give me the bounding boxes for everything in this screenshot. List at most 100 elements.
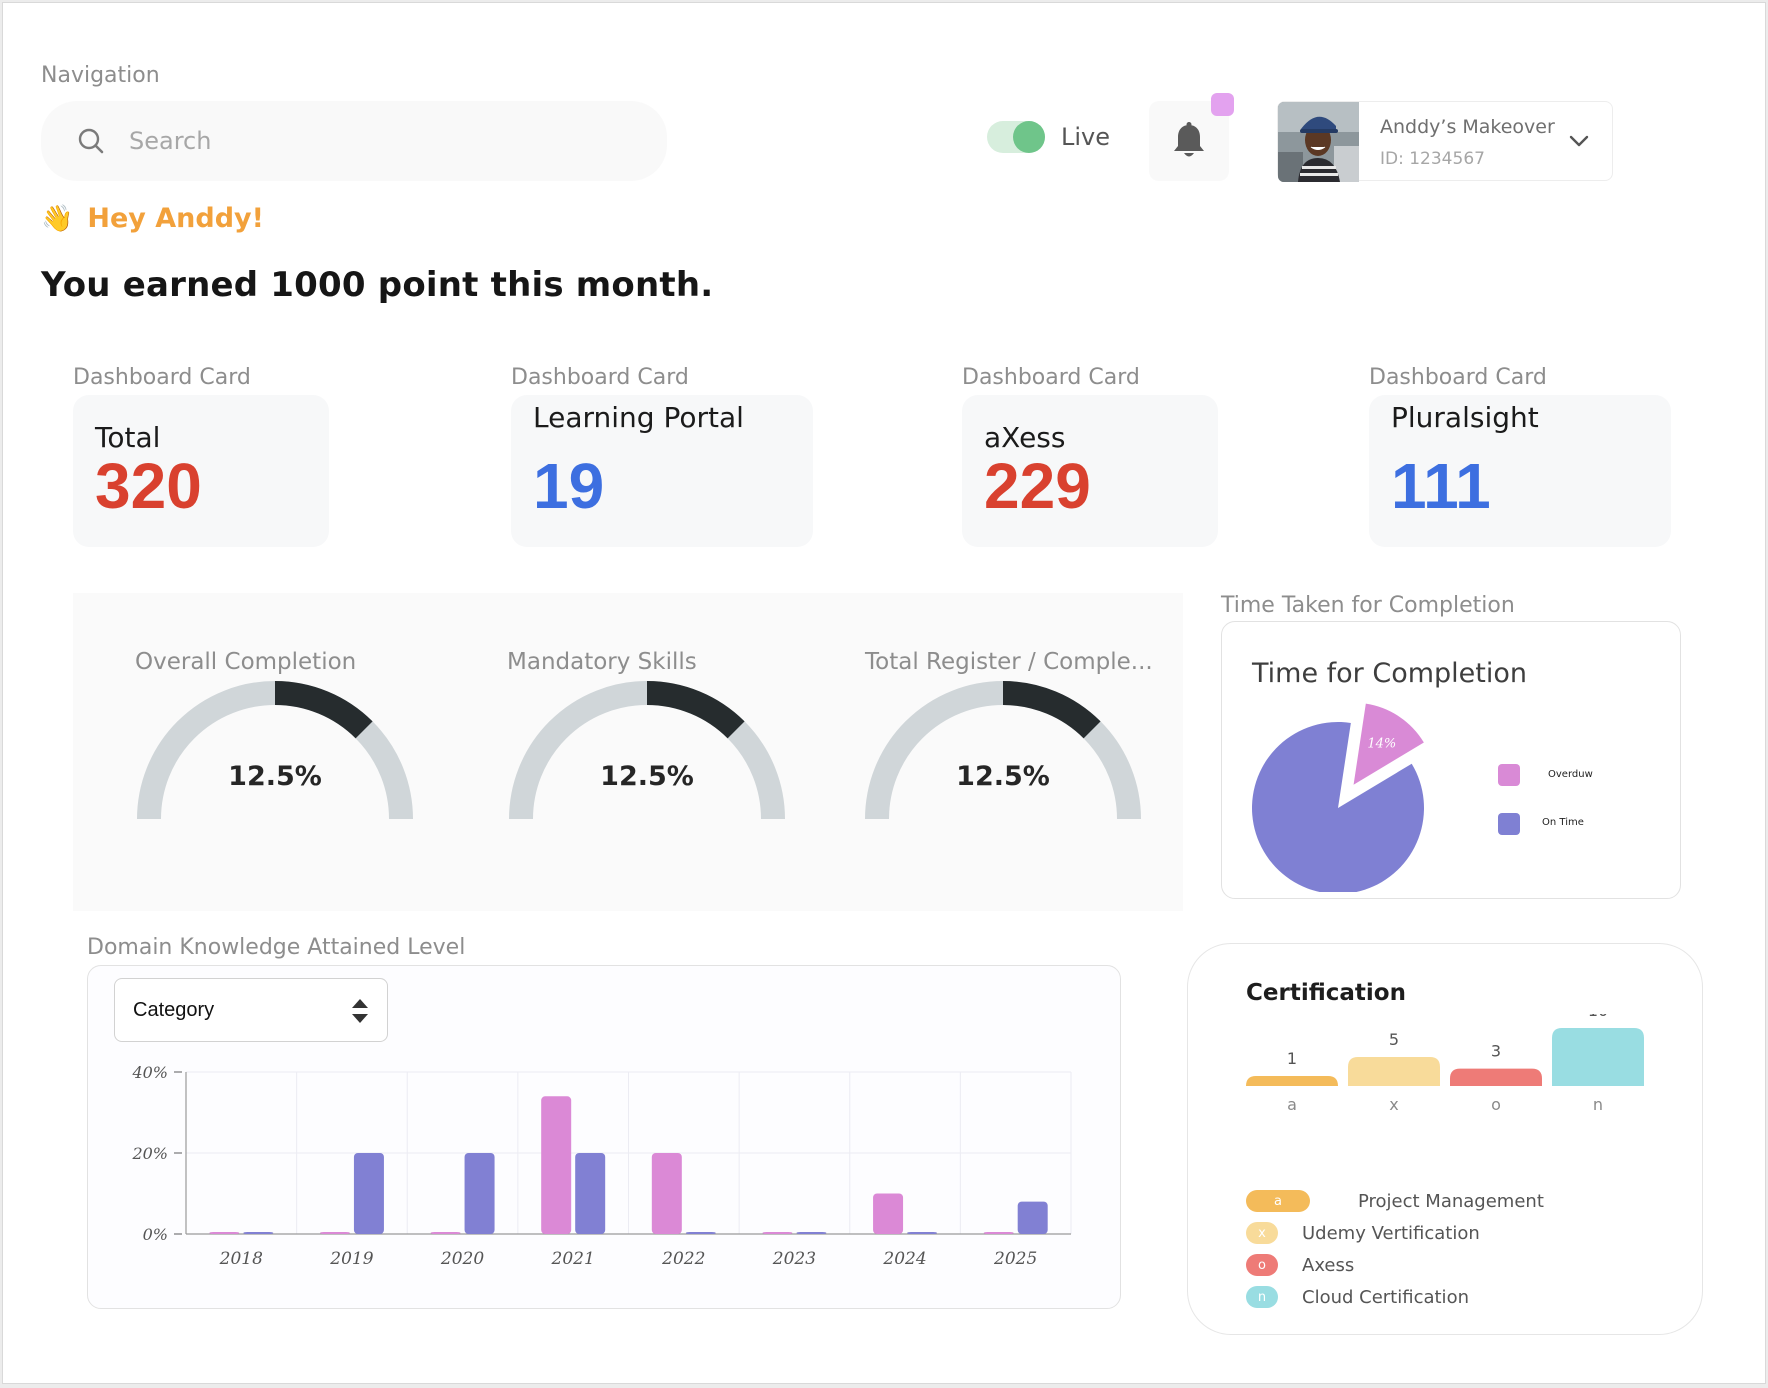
category-select-value: Category xyxy=(133,998,215,1021)
cert-legend-label: Project Management xyxy=(1358,1190,1544,1212)
card-caption: Dashboard Card xyxy=(511,365,689,390)
legend-swatch-on-time xyxy=(1498,813,1520,835)
gauge-track xyxy=(137,681,413,820)
sort-arrows-icon xyxy=(351,997,369,1029)
time-for-completion-card: Time for Completion 14% Overduw On Time xyxy=(1221,621,1681,899)
stat-card-value: 111 xyxy=(1391,450,1491,522)
search-icon xyxy=(77,127,105,155)
chevron-down-icon[interactable] xyxy=(1568,130,1590,156)
stat-card-learning-portal[interactable]: Learning Portal 19 xyxy=(511,395,813,547)
search-input[interactable]: Search xyxy=(41,101,667,181)
card-caption: Dashboard Card xyxy=(73,365,251,390)
x-tick-label: 2025 xyxy=(993,1249,1037,1269)
certification-bar-chart: 1 a 5 x 3 o 10 n xyxy=(1246,1014,1644,1114)
bar-2024-series-2 xyxy=(907,1231,938,1234)
cert-bar-value: 10 xyxy=(1588,1014,1608,1020)
stat-card-title: Learning Portal xyxy=(533,401,744,434)
greeting: 👋 Hey Anddy! xyxy=(41,203,264,234)
bar-2023-series-2 xyxy=(796,1232,827,1234)
bar-2025-series-1 xyxy=(983,1232,1014,1234)
domain-knowledge-caption: Domain Knowledge Attained Level xyxy=(87,935,466,960)
stat-card-total[interactable]: Total 320 xyxy=(73,395,329,547)
gauge-track xyxy=(509,681,785,820)
x-tick-label: 2024 xyxy=(882,1249,926,1269)
gauge-title: Mandatory Skills xyxy=(507,649,697,675)
stat-card-title: Pluralsight xyxy=(1391,401,1539,434)
gauge-value: 12.5% xyxy=(600,761,694,792)
cert-bar-o xyxy=(1450,1068,1542,1086)
y-tick-label: 20% xyxy=(131,1144,168,1163)
x-tick-label: 2018 xyxy=(219,1249,263,1269)
domain-knowledge-bar-chart: 0% 20% 40% 2018 2019 2020 2021 2022 2023 2024 2025 xyxy=(131,1063,1072,1269)
cert-legend-label: Udemy Vertification xyxy=(1302,1222,1480,1244)
toggle-knob xyxy=(1013,121,1045,153)
cert-legend-pill: x xyxy=(1246,1222,1278,1244)
bar-2019-series-2 xyxy=(353,1153,384,1234)
y-tick-label: 0% xyxy=(143,1225,168,1244)
cert-bar-n xyxy=(1552,1028,1644,1086)
cert-bar-category: x xyxy=(1389,1095,1398,1114)
x-tick-label: 2020 xyxy=(440,1249,484,1269)
live-toggle[interactable] xyxy=(987,121,1045,153)
profile-menu[interactable]: Anddy’s Makeover ID: 1234567 xyxy=(1277,101,1613,182)
gauge-overall-completion xyxy=(137,681,413,820)
stat-card-value: 19 xyxy=(533,450,605,522)
x-tick-label: 2021 xyxy=(551,1249,595,1269)
cert-bar-value: 3 xyxy=(1491,1042,1501,1061)
cert-bar-value: 1 xyxy=(1287,1049,1297,1068)
cert-legend-pill: o xyxy=(1246,1254,1278,1276)
bar-2020-series-2 xyxy=(464,1153,495,1234)
x-tick-label: 2023 xyxy=(772,1249,816,1269)
gauge-title: Overall Completion xyxy=(135,649,357,675)
greeting-text: Hey Anddy! xyxy=(87,203,264,234)
category-select[interactable]: Category xyxy=(114,978,388,1042)
cert-legend-item: a Project Management xyxy=(1246,1190,1544,1212)
y-tick-label: 40% xyxy=(131,1063,168,1082)
bar-2021-series-2 xyxy=(575,1153,606,1234)
x-tick-label: 2022 xyxy=(661,1249,705,1269)
cert-legend-label: Cloud Certification xyxy=(1302,1286,1469,1308)
stat-card-value: 229 xyxy=(984,450,1091,522)
pie-chart-title: Time for Completion xyxy=(1252,658,1528,689)
gauge-total-register xyxy=(865,681,1141,820)
cert-legend-item: n Cloud Certification xyxy=(1246,1286,1469,1308)
gauge-fill xyxy=(646,681,745,739)
cert-legend-pill: n xyxy=(1246,1286,1278,1308)
cert-legend-item: o Axess xyxy=(1246,1254,1354,1276)
gauge-fill xyxy=(274,681,373,739)
card-caption: Dashboard Card xyxy=(1369,365,1547,390)
bell-icon xyxy=(1172,122,1206,164)
bar-2018-series-1 xyxy=(209,1232,240,1234)
avatar xyxy=(1278,102,1359,182)
profile-name: Anddy’s Makeover xyxy=(1380,116,1555,138)
gauge-mandatory-skills xyxy=(509,681,785,820)
completion-gauges-panel: Overall Completion 12.5% Mandatory Skill… xyxy=(73,593,1183,911)
page-title: You earned 1000 point this month. xyxy=(41,265,714,305)
gauge-title: Total Register / Comple... xyxy=(865,649,1153,675)
stat-card-pluralsight[interactable]: Pluralsight 111 xyxy=(1369,395,1671,547)
legend-label-overdue: Overduw xyxy=(1548,769,1593,780)
cert-legend-label: Axess xyxy=(1302,1254,1355,1276)
bar-2023-series-1 xyxy=(762,1232,793,1234)
card-caption: Dashboard Card xyxy=(962,365,1140,390)
gauge-track xyxy=(865,681,1141,820)
time-taken-caption: Time Taken for Completion xyxy=(1221,593,1515,618)
cert-bar-category: n xyxy=(1593,1095,1603,1114)
x-tick-label: 2019 xyxy=(329,1249,373,1269)
cert-legend-pill: a xyxy=(1246,1190,1310,1212)
stat-card-axess[interactable]: aXess 229 xyxy=(962,395,1218,547)
dashboard-frame: Navigation Search Live Anddy’s Makeover … xyxy=(2,2,1766,1384)
stat-card-value: 320 xyxy=(95,450,202,522)
gauge-value: 12.5% xyxy=(956,761,1050,792)
bar-2022-series-2 xyxy=(685,1231,716,1234)
bar-2021-series-1 xyxy=(541,1096,572,1234)
search-placeholder: Search xyxy=(129,127,212,155)
notification-badge xyxy=(1211,93,1234,116)
cert-bar-category: a xyxy=(1287,1095,1297,1114)
certification-title: Certification xyxy=(1246,980,1406,1006)
cert-bar-value: 5 xyxy=(1389,1030,1399,1049)
cert-bar-category: o xyxy=(1491,1095,1501,1114)
time-for-completion-pie: 14% xyxy=(1252,703,1424,892)
live-label: Live xyxy=(1061,123,1111,151)
bar-2018-series-2 xyxy=(243,1232,274,1234)
